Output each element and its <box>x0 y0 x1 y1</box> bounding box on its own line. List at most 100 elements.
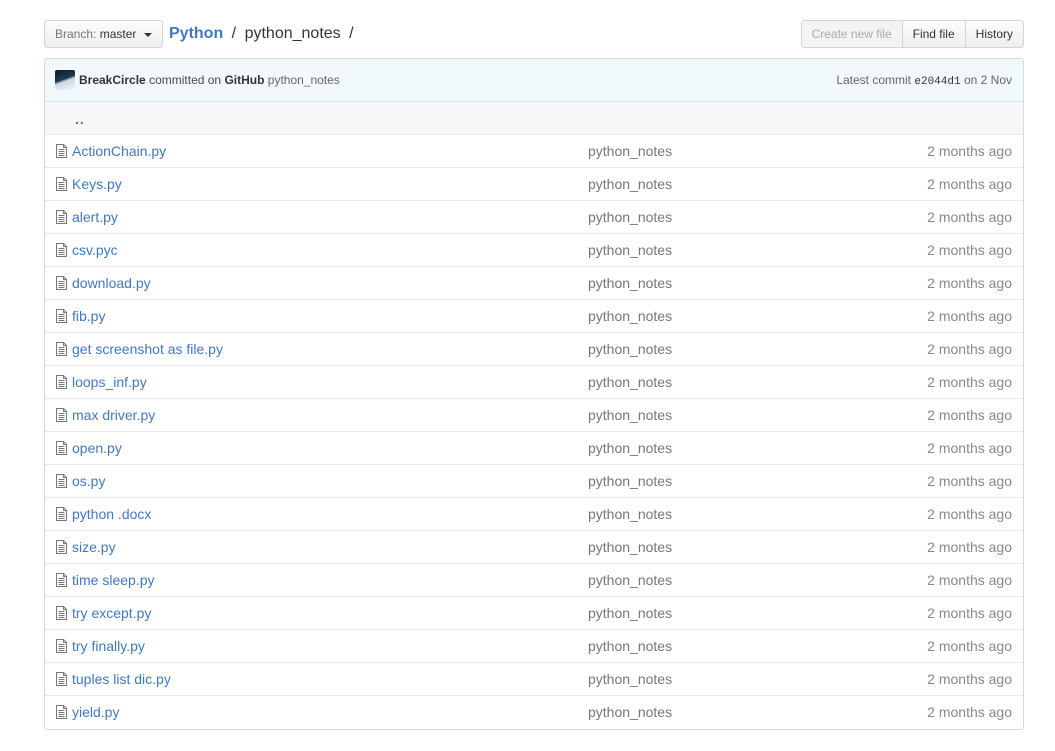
file-text-icon <box>56 474 67 488</box>
file-text-icon <box>56 408 67 422</box>
breadcrumb-trailing-separator: / <box>349 25 354 42</box>
table-row[interactable]: alert.py python_notes 2 months ago <box>45 201 1023 234</box>
file-commit-message-link[interactable]: python_notes <box>588 234 672 266</box>
table-row[interactable]: fib.py python_notes 2 months ago <box>45 300 1023 333</box>
file-commit-message-link[interactable]: python_notes <box>588 465 672 497</box>
table-row[interactable]: loops_inf.py python_notes 2 months ago <box>45 366 1023 399</box>
parent-directory-row[interactable]: .. <box>45 102 1023 135</box>
file-name-link[interactable]: os.py <box>72 465 105 497</box>
file-text-icon <box>56 639 67 653</box>
file-commit-message-link[interactable]: python_notes <box>588 498 672 530</box>
commit-meta: Latest commit e2044d1 on 2 Nov <box>836 59 1012 103</box>
file-age: 2 months ago <box>927 242 1012 258</box>
table-row[interactable]: python .docx python_notes 2 months ago <box>45 498 1023 531</box>
breadcrumb-current-folder: python_notes <box>244 25 341 42</box>
file-text-icon <box>56 507 67 521</box>
create-new-file-button[interactable]: Create new file <box>800 20 903 48</box>
file-commit-message-link[interactable]: python_notes <box>588 399 672 431</box>
table-row[interactable]: tuples list dic.py python_notes 2 months… <box>45 663 1023 696</box>
file-name-link[interactable]: Keys.py <box>72 168 122 200</box>
file-commit-message-link[interactable]: python_notes <box>588 597 672 629</box>
branch-prefix-label: Branch: <box>55 27 97 41</box>
find-file-button[interactable]: Find file <box>901 20 966 48</box>
commit-message-link[interactable]: python_notes <box>268 73 340 87</box>
table-row[interactable]: os.py python_notes 2 months ago <box>45 465 1023 498</box>
table-row[interactable]: time sleep.py python_notes 2 months ago <box>45 564 1023 597</box>
table-row[interactable]: get screenshot as file.py python_notes 2… <box>45 333 1023 366</box>
branch-name: master <box>99 27 137 41</box>
file-text-icon <box>56 573 67 587</box>
breadcrumb-repo-link[interactable]: Python <box>169 25 223 42</box>
file-name-link[interactable]: ActionChain.py <box>72 135 166 167</box>
file-commit-message-link[interactable]: python_notes <box>588 135 672 167</box>
file-rows: ActionChain.py python_notes 2 months ago… <box>45 135 1023 729</box>
file-name-link[interactable]: tuples list dic.py <box>72 663 171 695</box>
file-commit-message-link[interactable]: python_notes <box>588 663 672 695</box>
breadcrumb-separator: / <box>231 25 237 42</box>
file-name-link[interactable]: download.py <box>72 267 151 299</box>
commit-platform: GitHub <box>224 73 265 87</box>
file-name-link[interactable]: size.py <box>72 531 116 563</box>
file-text-icon <box>56 210 67 224</box>
file-commit-message-link[interactable]: python_notes <box>588 201 672 233</box>
branch-select-button[interactable]: Branch: master <box>44 20 163 48</box>
file-text-icon <box>56 540 67 554</box>
file-commit-message-link[interactable]: python_notes <box>588 300 672 332</box>
file-commit-message-link[interactable]: python_notes <box>588 696 672 728</box>
avatar[interactable] <box>55 70 75 90</box>
commit-verb: committed on <box>149 73 222 87</box>
file-commit-message-link[interactable]: python_notes <box>588 564 672 596</box>
file-name-link[interactable]: try finally.py <box>72 630 145 662</box>
file-name-link[interactable]: time sleep.py <box>72 564 154 596</box>
file-name-link[interactable]: csv.pyc <box>72 234 118 266</box>
commit-sha-link[interactable]: e2044d1 <box>914 76 960 88</box>
table-row[interactable]: open.py python_notes 2 months ago <box>45 432 1023 465</box>
parent-directory-link[interactable]: .. <box>75 102 85 136</box>
file-commit-message-link[interactable]: python_notes <box>588 630 672 662</box>
file-name-link[interactable]: open.py <box>72 432 122 464</box>
history-button[interactable]: History <box>964 20 1024 48</box>
breadcrumb: Python / python_notes / <box>169 20 358 48</box>
file-commit-message-link[interactable]: python_notes <box>588 168 672 200</box>
latest-commit-bar: BreakCircle committed on GitHub python_n… <box>45 59 1023 102</box>
table-row[interactable]: download.py python_notes 2 months ago <box>45 267 1023 300</box>
table-row[interactable]: size.py python_notes 2 months ago <box>45 531 1023 564</box>
file-age: 2 months ago <box>927 638 1012 654</box>
commit-summary: BreakCircle committed on GitHub python_n… <box>79 59 340 101</box>
file-age: 2 months ago <box>927 143 1012 159</box>
file-commit-message-link[interactable]: python_notes <box>588 531 672 563</box>
file-age: 2 months ago <box>927 308 1012 324</box>
table-row[interactable]: try finally.py python_notes 2 months ago <box>45 630 1023 663</box>
file-commit-message-link[interactable]: python_notes <box>588 432 672 464</box>
table-row[interactable]: Keys.py python_notes 2 months ago <box>45 168 1023 201</box>
commit-on-label: on <box>963 73 978 87</box>
file-list: BreakCircle committed on GitHub python_n… <box>44 58 1024 730</box>
file-name-link[interactable]: alert.py <box>72 201 118 233</box>
file-text-icon <box>56 243 67 257</box>
file-text-icon <box>56 309 67 323</box>
file-name-link[interactable]: get screenshot as file.py <box>72 333 223 365</box>
file-name-link[interactable]: try except.py <box>72 597 151 629</box>
file-name-link[interactable]: loops_inf.py <box>72 366 147 398</box>
table-row[interactable]: max driver.py python_notes 2 months ago <box>45 399 1023 432</box>
file-actions: Create new file Find file History <box>800 20 1024 48</box>
file-age: 2 months ago <box>927 704 1012 720</box>
file-text-icon <box>56 342 67 356</box>
chevron-down-icon <box>143 32 152 37</box>
file-commit-message-link[interactable]: python_notes <box>588 333 672 365</box>
file-text-icon <box>56 672 67 686</box>
file-age: 2 months ago <box>927 374 1012 390</box>
table-row[interactable]: ActionChain.py python_notes 2 months ago <box>45 135 1023 168</box>
table-row[interactable]: yield.py python_notes 2 months ago <box>45 696 1023 729</box>
file-age: 2 months ago <box>927 506 1012 522</box>
file-name-link[interactable]: yield.py <box>72 696 119 728</box>
file-text-icon <box>56 606 67 620</box>
file-name-link[interactable]: python .docx <box>72 498 151 530</box>
file-name-link[interactable]: fib.py <box>72 300 105 332</box>
file-commit-message-link[interactable]: python_notes <box>588 267 672 299</box>
file-commit-message-link[interactable]: python_notes <box>588 366 672 398</box>
table-row[interactable]: try except.py python_notes 2 months ago <box>45 597 1023 630</box>
file-name-link[interactable]: max driver.py <box>72 399 155 431</box>
commit-author-link[interactable]: BreakCircle <box>79 73 146 87</box>
table-row[interactable]: csv.pyc python_notes 2 months ago <box>45 234 1023 267</box>
